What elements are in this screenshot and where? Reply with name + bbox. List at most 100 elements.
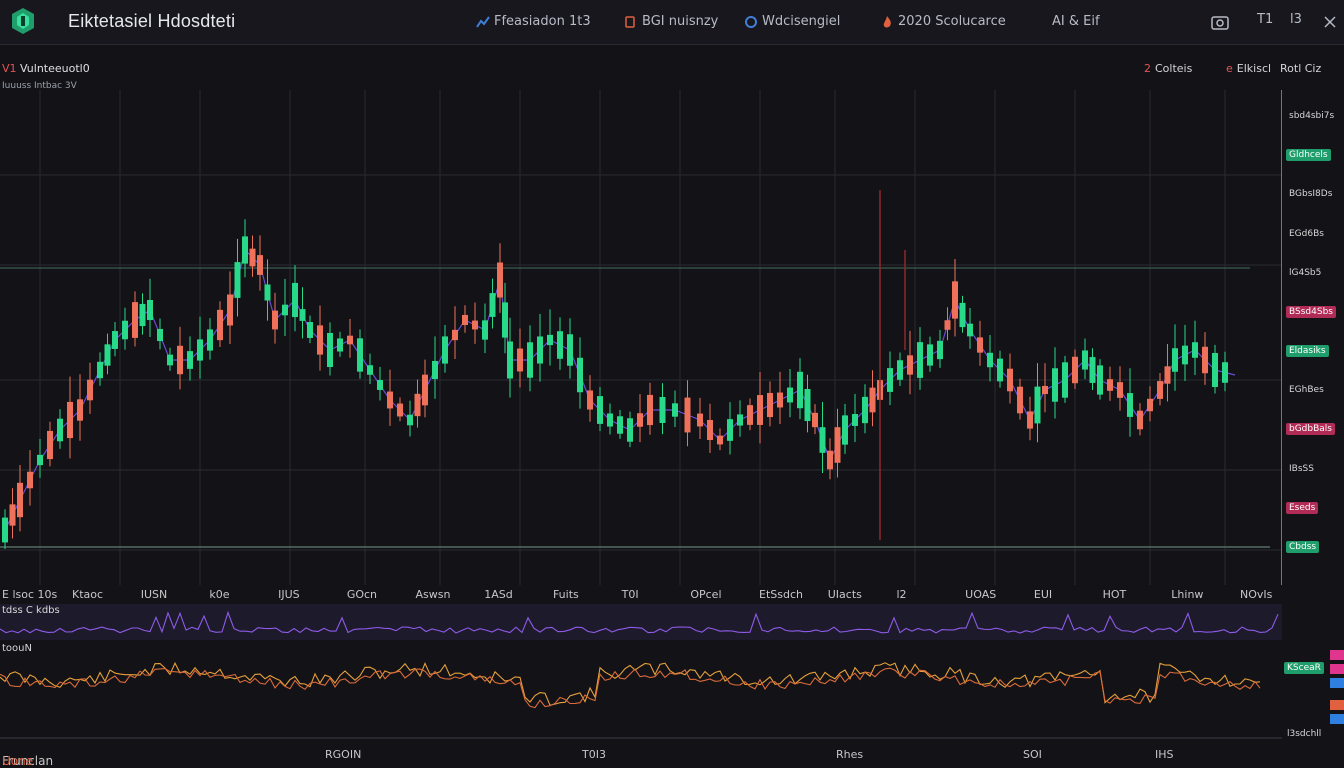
color-chip[interactable] — [1330, 650, 1344, 660]
candle — [697, 413, 703, 427]
nav-item-ffeasiadon[interactable]: Ffeasiadon 1t3 — [476, 14, 591, 29]
close-icon[interactable] — [1322, 14, 1338, 30]
bottom-axis-label: RGOIN — [325, 748, 362, 761]
candle — [827, 450, 833, 470]
chart-icon — [476, 15, 490, 28]
candle — [207, 329, 213, 351]
top-toolbar: Eiktetasiel Hdosdteti Ffeasiadon 1t3 BGI… — [0, 0, 1344, 45]
fire-icon — [883, 15, 891, 27]
candle — [299, 309, 306, 321]
candle — [197, 339, 203, 361]
candle — [132, 302, 138, 338]
candle — [587, 390, 593, 410]
nav-item-label: Wdcisengiel — [762, 14, 841, 29]
candle — [37, 454, 43, 466]
candle — [1212, 353, 1218, 387]
symbol-header[interactable]: V1 Vulnteeuotl0 — [2, 62, 90, 75]
candle — [157, 328, 163, 342]
time-axis-label: Aswsn — [415, 588, 451, 601]
time-axis-label: IJUS — [278, 588, 300, 601]
candle — [264, 284, 271, 301]
time-axis-label: NOvIs — [1240, 588, 1273, 601]
candle — [187, 351, 193, 369]
candlestick-chart[interactable] — [0, 90, 1282, 585]
candle — [507, 341, 513, 379]
candle — [1157, 381, 1163, 399]
color-chip[interactable] — [1330, 700, 1344, 710]
candle — [819, 427, 826, 453]
indicator-2-label: toouN — [2, 643, 32, 654]
price-scale[interactable]: sbd4sbi7s Gldhcels BGbsI8Ds EGd6Bs lG4Sb5 BSs… — [1281, 90, 1344, 585]
candle — [317, 325, 323, 355]
candle — [1182, 345, 1188, 365]
candle — [462, 314, 468, 326]
candle — [217, 309, 223, 341]
legend-label: Colteis — [1155, 62, 1193, 75]
time-axis-label: Lhinw — [1171, 588, 1204, 601]
legend-item-colteis[interactable]: 2 Colteis — [1144, 62, 1192, 75]
candle — [497, 262, 503, 298]
candle — [887, 368, 893, 392]
candle — [707, 419, 713, 441]
indicator-scale-label: KSceaR — [1284, 662, 1324, 674]
candle — [997, 358, 1003, 382]
color-chip[interactable] — [1330, 714, 1344, 724]
candle — [1042, 385, 1048, 395]
price-label: EGhBes — [1289, 385, 1324, 396]
candle — [527, 342, 533, 378]
candle — [537, 336, 543, 364]
indicator-pane-1[interactable] — [0, 604, 1282, 640]
candle — [272, 310, 278, 330]
time-axis-label: 1ASd — [484, 588, 513, 601]
legend-item-rotl[interactable]: Rotl Ciz — [1280, 62, 1321, 75]
candle — [432, 360, 438, 380]
candle — [977, 337, 983, 353]
time-axis-label: HOT — [1102, 588, 1127, 601]
legend-item-elkiscl[interactable]: e Elkiscl — [1226, 62, 1271, 75]
candle — [787, 387, 793, 403]
nav-item-label: 2020 Scolucarce — [898, 14, 1006, 29]
nav-item-ai[interactable]: AI & Eif — [1052, 14, 1100, 29]
candle — [927, 344, 933, 366]
candle — [489, 293, 496, 317]
candle — [337, 338, 343, 352]
candle — [249, 248, 256, 267]
candle — [47, 430, 53, 460]
candle — [907, 355, 913, 375]
candle — [1062, 362, 1068, 398]
time-axis-label: OPcel — [690, 588, 722, 601]
nav-item-scolucarce[interactable]: 2020 Scolucarce — [880, 14, 1006, 29]
candle — [804, 388, 811, 422]
candle — [684, 397, 691, 433]
gauge-icon — [745, 15, 757, 28]
candle — [147, 299, 153, 321]
candle — [97, 361, 103, 379]
candle — [1017, 386, 1023, 414]
candle — [292, 282, 298, 318]
candle — [397, 403, 403, 417]
price-label: BSsd4Sbs — [1286, 305, 1336, 318]
nav-item-wdcisengiel[interactable]: Wdcisengiel — [744, 14, 840, 29]
legend-label: Rotl Ciz — [1280, 62, 1322, 75]
color-chip[interactable] — [1330, 664, 1344, 674]
candle — [452, 329, 458, 341]
logo-icon[interactable] — [8, 6, 38, 36]
candle — [1034, 386, 1041, 424]
indicator-pane-2[interactable] — [0, 640, 1282, 740]
price-label: Gldhcels — [1286, 149, 1331, 162]
nav-item-bgi[interactable]: BGI nuisnzy — [624, 14, 718, 29]
candle — [57, 418, 63, 442]
candle — [104, 344, 111, 366]
candle — [2, 517, 8, 543]
candle — [557, 331, 563, 359]
legend-mark: 2 — [1144, 62, 1151, 75]
indicator-2-series — [0, 661, 1261, 706]
candle — [1007, 368, 1013, 392]
candle — [567, 334, 573, 366]
candle — [727, 419, 733, 441]
camera-icon[interactable] — [1210, 13, 1230, 31]
candle — [1072, 356, 1078, 384]
color-chip[interactable] — [1330, 678, 1344, 688]
price-label: bGdbBals — [1286, 423, 1335, 436]
bottom-axis-label: Rhes — [836, 748, 864, 761]
